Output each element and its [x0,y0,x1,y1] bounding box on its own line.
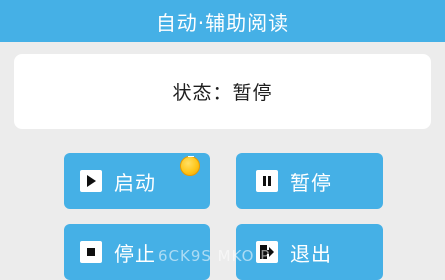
pause-icon [256,170,278,192]
status-text: 状态：暂停 [172,82,273,104]
status-panel: 状态：暂停 [14,54,431,129]
pause-button-label: 暂停 [290,170,332,195]
exit-button[interactable]: 退出 [236,224,383,280]
stop-button[interactable]: 停止 [64,224,210,280]
start-button-label: 启动 [114,170,156,195]
stop-icon [80,241,102,263]
app-window: 自动·辅助阅读 状态：暂停 启动 暂停 停止 退出 6CK9S MKO P [0,0,445,280]
pause-button[interactable]: 暂停 [236,153,383,209]
coin-shine [188,156,194,159]
app-title: 自动·辅助阅读 [155,10,290,35]
title-bar: 自动·辅助阅读 [0,0,445,42]
exit-button-label: 退出 [290,241,332,266]
exit-icon [256,241,278,263]
coin-icon [180,156,200,176]
play-icon [80,170,102,192]
stop-button-label: 停止 [114,241,156,266]
